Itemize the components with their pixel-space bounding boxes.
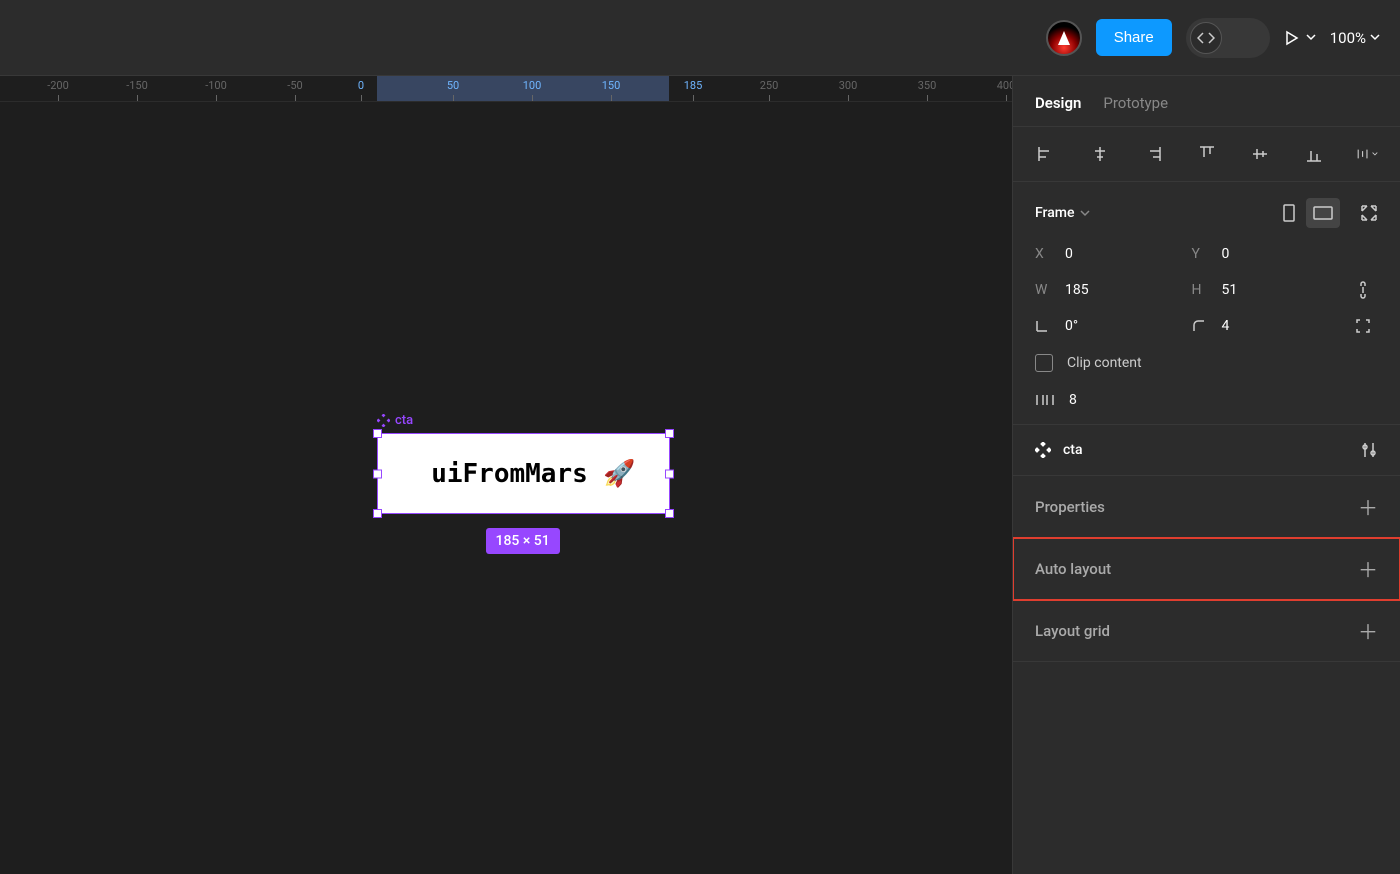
selected-frame[interactable]: uiFromMars 🚀	[377, 433, 670, 514]
component-name[interactable]: cta	[1063, 442, 1083, 458]
frame-content-text: uiFromMars 🚀	[378, 434, 669, 513]
canvas[interactable]: -200-150-100-50050100150185250300350400 …	[0, 76, 1012, 874]
resize-to-fit-icon[interactable]	[1360, 204, 1378, 222]
zoom-value: 100%	[1330, 29, 1366, 47]
component-icon	[1035, 442, 1051, 458]
frame-section: Frame X0 Y0 W185	[1013, 182, 1400, 425]
component-section: cta	[1013, 425, 1400, 476]
frame-type-dropdown[interactable]: Frame	[1035, 205, 1090, 221]
corner-radius-icon	[1192, 319, 1210, 333]
resize-handle[interactable]	[373, 509, 382, 518]
auto-layout-section: Auto layout ＋	[1013, 538, 1400, 600]
align-right-icon[interactable]	[1142, 143, 1164, 165]
y-input[interactable]: Y0	[1192, 246, 1349, 262]
align-v-center-icon[interactable]	[1249, 143, 1271, 165]
dimension-badge: 185 × 51	[486, 528, 560, 554]
chevron-down-icon	[1080, 210, 1090, 217]
user-avatar[interactable]	[1046, 20, 1082, 56]
chevron-down-icon	[1306, 34, 1316, 41]
align-bottom-icon[interactable]	[1303, 143, 1325, 165]
layout-grid-label: Layout grid	[1035, 622, 1110, 640]
design-panel: Design Prototype Frame	[1012, 76, 1400, 874]
independent-corners-icon[interactable]	[1348, 318, 1378, 334]
clip-content-checkbox[interactable]	[1035, 354, 1053, 372]
horizontal-ruler: -200-150-100-50050100150185250300350400	[0, 76, 1012, 102]
resize-handle[interactable]	[665, 429, 674, 438]
angle-icon	[1035, 319, 1053, 333]
code-icon	[1190, 22, 1222, 54]
tab-prototype[interactable]: Prototype	[1103, 94, 1168, 112]
frame-label-text: cta	[395, 413, 413, 428]
resize-handle[interactable]	[665, 469, 674, 478]
width-input[interactable]: W185	[1035, 282, 1192, 298]
add-layout-grid-button[interactable]: ＋	[1358, 616, 1378, 645]
resize-handle[interactable]	[373, 429, 382, 438]
frame-label[interactable]: cta	[377, 413, 413, 428]
height-input[interactable]: H51	[1192, 282, 1349, 298]
properties-section: Properties ＋	[1013, 476, 1400, 538]
panel-tabs: Design Prototype	[1013, 76, 1400, 127]
distribute-icon[interactable]	[1356, 143, 1378, 165]
top-toolbar: Share 100%	[0, 0, 1400, 76]
adjust-icon[interactable]	[1360, 441, 1378, 459]
tab-design[interactable]: Design	[1035, 94, 1081, 112]
orientation-landscape-button[interactable]	[1306, 198, 1340, 228]
component-icon	[377, 414, 390, 427]
align-top-icon[interactable]	[1196, 143, 1218, 165]
auto-layout-label: Auto layout	[1035, 560, 1111, 578]
orientation-portrait-button[interactable]	[1272, 198, 1306, 228]
clip-content-label: Clip content	[1067, 355, 1142, 371]
share-button[interactable]: Share	[1096, 19, 1172, 56]
dev-mode-toggle[interactable]	[1186, 18, 1270, 58]
add-auto-layout-button[interactable]: ＋	[1358, 554, 1378, 583]
properties-label: Properties	[1035, 498, 1105, 516]
resize-handle[interactable]	[665, 509, 674, 518]
resize-handle[interactable]	[373, 469, 382, 478]
corner-radius-input[interactable]: 4	[1192, 318, 1349, 334]
constrain-proportions-icon[interactable]	[1348, 280, 1378, 300]
rotation-input[interactable]: 0°	[1035, 318, 1192, 334]
chevron-down-icon	[1372, 151, 1378, 157]
layout-grid-section: Layout grid ＋	[1013, 600, 1400, 662]
align-left-icon[interactable]	[1035, 143, 1057, 165]
alignment-controls	[1013, 127, 1400, 182]
spacing-icon	[1035, 393, 1055, 407]
present-button[interactable]	[1284, 30, 1316, 46]
x-input[interactable]: X0	[1035, 246, 1192, 262]
horizontal-spacing-input[interactable]: 8	[1035, 392, 1378, 408]
add-property-button[interactable]: ＋	[1358, 492, 1378, 521]
align-h-center-icon[interactable]	[1089, 143, 1111, 165]
zoom-control[interactable]: 100%	[1330, 29, 1380, 47]
chevron-down-icon	[1370, 34, 1380, 41]
